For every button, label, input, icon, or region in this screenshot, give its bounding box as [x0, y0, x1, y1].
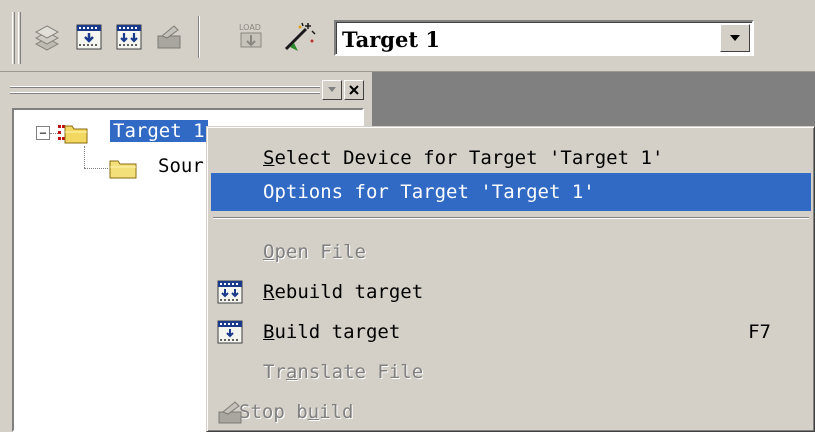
panel-title-bar[interactable]: [10, 82, 320, 102]
target-folder-icon: [58, 120, 88, 146]
menu-item-shortcut: F7: [748, 321, 771, 343]
toolbar-grip[interactable]: [18, 12, 21, 64]
menu-item-stop-build: Stop build: [211, 393, 811, 431]
menu-item-label: Stop build: [239, 401, 354, 423]
toolbar-separator: [198, 16, 200, 58]
menu-item-label: Rebuild target: [263, 281, 424, 303]
rebuild-icon: [217, 279, 243, 305]
context-menu: Select Device for Target 'Target 1' Opti…: [206, 126, 815, 432]
target-select[interactable]: Target 1: [334, 20, 754, 56]
menu-item-label: Build target: [263, 321, 401, 343]
menu-item-open-file: Open File: [211, 233, 811, 271]
target-select-value: Target 1: [342, 27, 440, 52]
source-folder-icon: [108, 155, 138, 181]
menu-item-label: Translate File: [263, 361, 424, 383]
menu-item-label: Open File: [263, 241, 366, 263]
build-icon: [217, 319, 243, 345]
menu-item-label: Options for Target 'Target 1': [263, 181, 595, 203]
load-icon[interactable]: LOAD: [232, 18, 270, 56]
rebuild-all-icon[interactable]: [110, 18, 148, 56]
menu-item-label: Select Device for Target 'Target 1': [263, 147, 664, 169]
menu-item-rebuild-target[interactable]: Rebuild target: [211, 273, 811, 311]
tree-collapse-icon[interactable]: −: [36, 126, 50, 140]
tree-node-target[interactable]: Target 1: [109, 119, 209, 143]
toolbar-grip[interactable]: [12, 12, 15, 64]
panel-close-icon[interactable]: [344, 80, 364, 100]
toolbar: LOAD Target 1: [0, 0, 815, 72]
menu-item-translate-file: Translate File: [211, 353, 811, 391]
dropdown-arrow-icon[interactable]: [720, 24, 750, 52]
tree-node-source-group[interactable]: Sour: [158, 155, 204, 177]
load-label: LOAD: [239, 23, 261, 32]
menu-item-options-for-target[interactable]: Options for Target 'Target 1': [211, 173, 811, 211]
menu-item-build-target[interactable]: Build target F7: [211, 313, 811, 351]
menu-item-select-device[interactable]: Select Device for Target 'Target 1': [211, 139, 811, 177]
stop-build-icon[interactable]: [150, 18, 188, 56]
panel-restore-button[interactable]: [322, 80, 342, 100]
build-target-icon[interactable]: [70, 18, 108, 56]
translate-icon[interactable]: [28, 18, 66, 56]
menu-separator: [213, 217, 809, 219]
magic-wand-icon[interactable]: [280, 18, 318, 56]
